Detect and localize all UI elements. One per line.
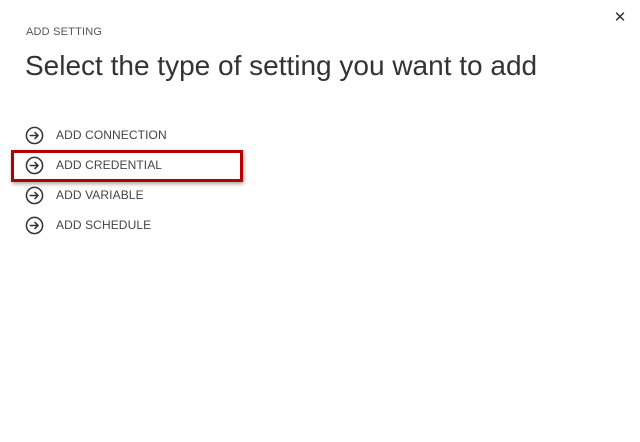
option-label: ADD VARIABLE: [56, 188, 144, 202]
arrow-circle-right-icon: [25, 216, 44, 234]
close-icon[interactable]: ✕: [612, 10, 628, 26]
add-setting-dialog: ✕ ADD SETTING Select the type of setting…: [0, 0, 640, 442]
dialog-eyebrow: ADD SETTING: [26, 26, 103, 38]
option-label: ADD CREDENTIAL: [56, 158, 163, 172]
option-label: ADD CONNECTION: [56, 128, 167, 142]
arrow-circle-right-icon: [25, 186, 44, 204]
add-variable-option[interactable]: ADD VARIABLE: [25, 180, 325, 210]
arrow-circle-right-icon: [25, 156, 44, 174]
option-label: ADD SCHEDULE: [56, 218, 152, 232]
add-connection-option[interactable]: ADD CONNECTION: [25, 120, 325, 150]
page-title: Select the type of setting you want to a…: [25, 50, 538, 81]
add-schedule-option[interactable]: ADD SCHEDULE: [25, 210, 325, 240]
add-credential-option[interactable]: ADD CREDENTIAL: [11, 150, 325, 182]
arrow-circle-right-icon: [25, 126, 44, 144]
setting-type-list: ADD CONNECTION ADD CREDENTIAL ADD VARIAB…: [11, 120, 325, 240]
